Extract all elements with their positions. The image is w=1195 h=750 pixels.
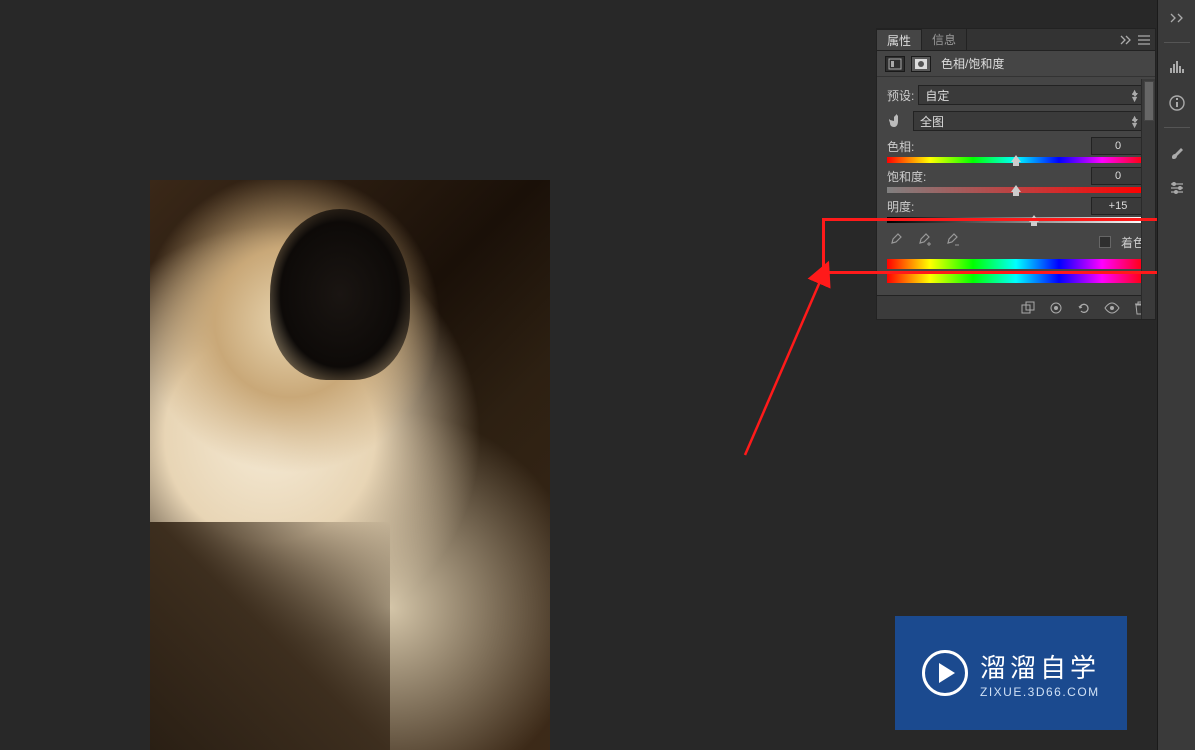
visibility-icon[interactable] — [1103, 299, 1121, 317]
eyedropper-row: 着色 — [887, 233, 1145, 251]
hue-slider-group: 色相: 0 — [887, 137, 1145, 163]
tab-info-label: 信息 — [932, 31, 956, 48]
preset-value: 自定 — [925, 87, 949, 104]
panel-body: 预设: 自定 ▲▼ 全图 ▲▼ 色相: 0 — [877, 77, 1155, 295]
watermark-play-icon — [922, 650, 968, 696]
properties-panel: 属性 信息 色相/饱和度 预设: 自定 ▲▼ — [876, 28, 1156, 320]
colorize-checkbox[interactable] — [1099, 236, 1111, 248]
tab-info[interactable]: 信息 — [922, 29, 967, 50]
tab-properties-label: 属性 — [887, 32, 911, 49]
panel-footer — [877, 295, 1155, 319]
adjustments-panel-icon[interactable] — [1163, 174, 1191, 202]
saturation-slider-group: 饱和度: 0 — [887, 167, 1145, 193]
watermark: 溜溜自学 ZIXUE.3D66.COM — [895, 616, 1127, 730]
clip-to-layer-icon[interactable] — [1019, 299, 1037, 317]
hue-value: 0 — [1115, 140, 1121, 152]
right-dock-toolbar — [1157, 0, 1195, 750]
hue-slider-track[interactable] — [887, 157, 1145, 163]
color-range-bar-top[interactable] — [887, 259, 1145, 269]
hue-slider-handle[interactable] — [1011, 155, 1021, 167]
lightness-slider-group: 明度: +15 — [887, 197, 1145, 223]
lightness-label: 明度: — [887, 198, 914, 215]
panel-tab-bar: 属性 信息 — [877, 29, 1155, 51]
range-value: 全图 — [920, 113, 944, 130]
eyedropper-icon[interactable] — [887, 233, 905, 251]
lightness-slider-track[interactable] — [887, 217, 1145, 223]
eyedropper-minus-icon[interactable] — [943, 233, 961, 251]
info-panel-icon[interactable] — [1163, 89, 1191, 117]
saturation-value: 0 — [1115, 170, 1121, 182]
saturation-input[interactable]: 0 — [1091, 167, 1145, 185]
mask-icon[interactable] — [911, 56, 931, 72]
tab-properties[interactable]: 属性 — [877, 29, 922, 50]
watermark-subtitle: ZIXUE.3D66.COM — [980, 685, 1100, 699]
hue-input[interactable]: 0 — [1091, 137, 1145, 155]
adjustment-type-icon[interactable] — [885, 56, 905, 72]
saturation-slider-track[interactable] — [887, 187, 1145, 193]
hand-icon[interactable] — [887, 111, 909, 131]
panel-scrollbar-thumb[interactable] — [1144, 81, 1154, 121]
lightness-slider-handle[interactable] — [1029, 215, 1039, 227]
panel-header: 色相/饱和度 — [877, 51, 1155, 77]
panel-menu-icon[interactable] — [1137, 33, 1151, 47]
watermark-title: 溜溜自学 — [980, 648, 1100, 685]
color-range-bar-bottom[interactable] — [887, 273, 1145, 283]
preset-dropdown[interactable]: 自定 ▲▼ — [918, 85, 1145, 105]
preset-label: 预设: — [887, 87, 914, 104]
dock-collapse-icon[interactable] — [1163, 4, 1191, 32]
range-dropdown[interactable]: 全图 ▲▼ — [913, 111, 1145, 131]
saturation-label: 饱和度: — [887, 168, 926, 185]
histogram-panel-icon[interactable] — [1163, 53, 1191, 81]
hue-label: 色相: — [887, 138, 914, 155]
toolbar-separator — [1164, 127, 1190, 128]
saturation-slider-handle[interactable] — [1011, 185, 1021, 197]
collapse-icon[interactable] — [1119, 33, 1133, 47]
panel-scrollbar[interactable] — [1141, 79, 1155, 319]
panel-title: 色相/饱和度 — [941, 55, 1004, 72]
eyedropper-plus-icon[interactable] — [915, 233, 933, 251]
lightness-value: +15 — [1109, 200, 1128, 212]
reset-icon[interactable] — [1075, 299, 1093, 317]
brush-panel-icon[interactable] — [1163, 138, 1191, 166]
lightness-input[interactable]: +15 — [1091, 197, 1145, 215]
document-image[interactable] — [150, 180, 550, 750]
view-previous-icon[interactable] — [1047, 299, 1065, 317]
toolbar-separator — [1164, 42, 1190, 43]
